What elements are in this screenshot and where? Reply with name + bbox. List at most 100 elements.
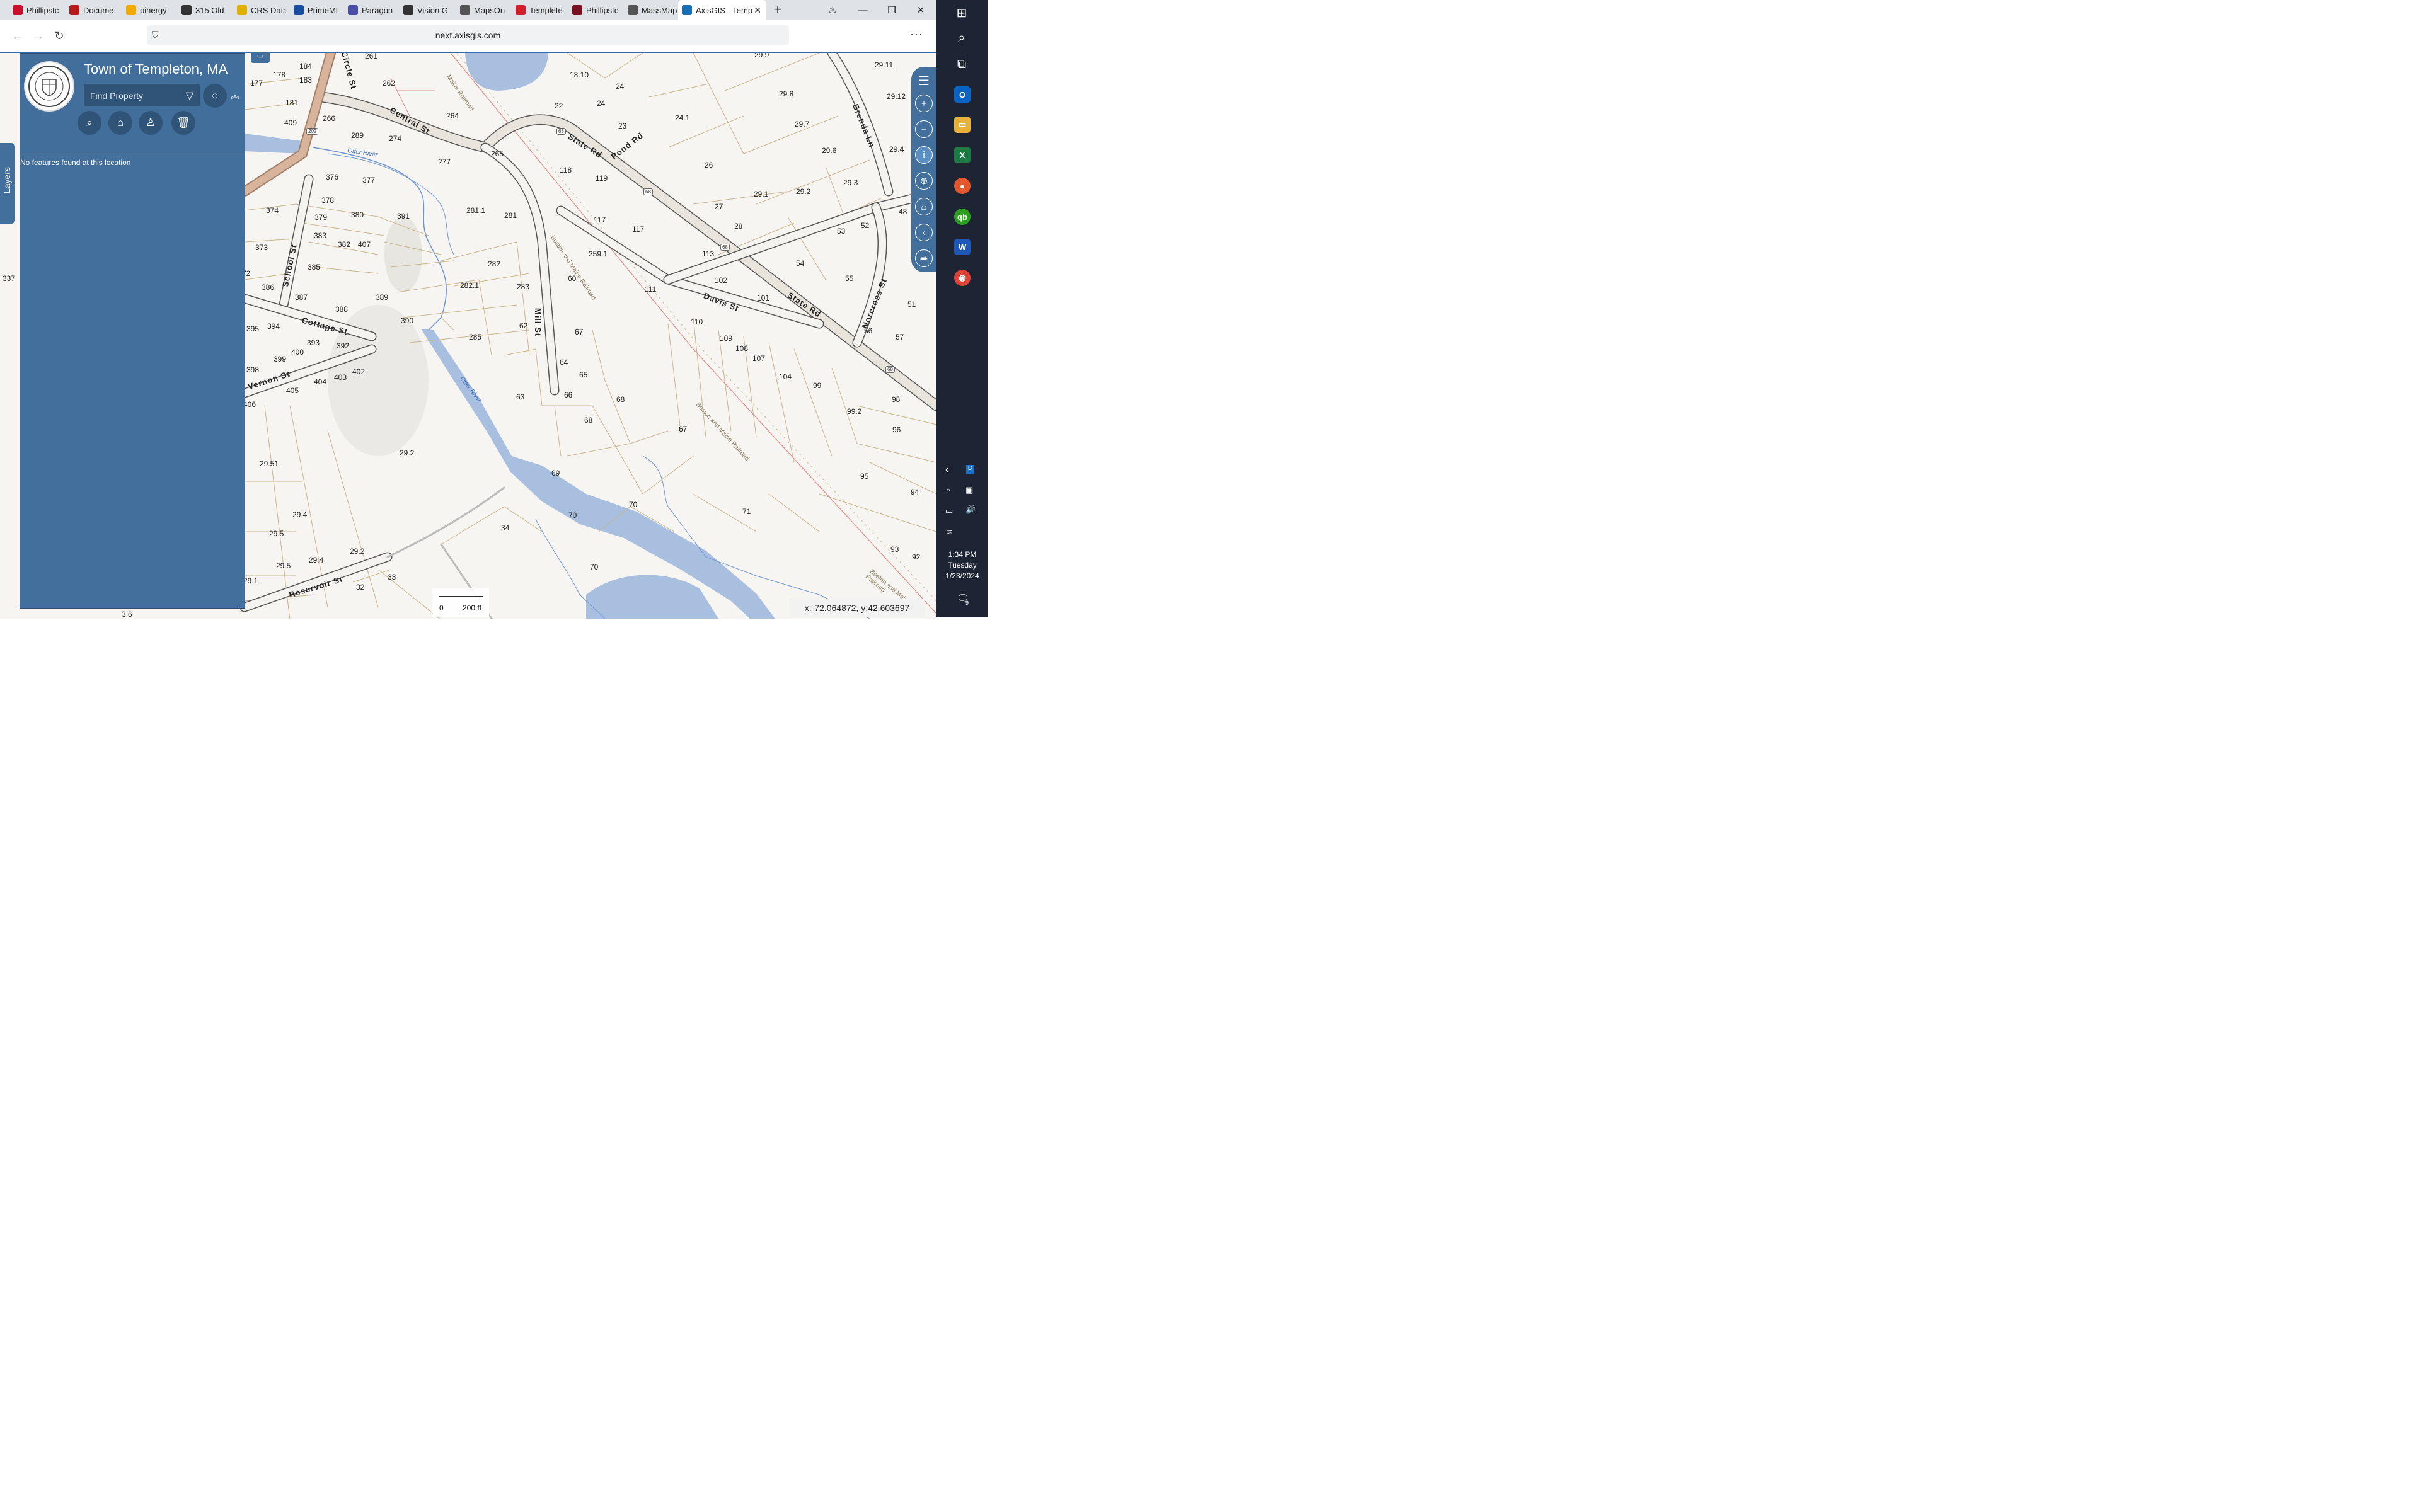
dell-app-icon[interactable]: D	[966, 465, 974, 474]
parcel-label[interactable]: 29.11	[875, 60, 893, 69]
parcel-label[interactable]: 29.5	[276, 561, 291, 570]
parcel-label[interactable]: 380	[351, 210, 364, 219]
parcel-label[interactable]: 178	[273, 71, 285, 79]
parcel-label[interactable]: 23	[618, 122, 626, 130]
parcel-label[interactable]: 104	[779, 372, 792, 381]
parcel-label[interactable]: 24	[616, 82, 624, 91]
parcel-label[interactable]: 92	[912, 553, 920, 561]
clear-results-button[interactable]: 🗑	[171, 111, 195, 135]
parcel-label[interactable]: 281.1	[466, 206, 485, 215]
filter-icon[interactable]: ▽	[186, 89, 193, 102]
zoom-out-icon[interactable]: −	[915, 120, 933, 138]
volume-icon[interactable]: 🔊	[965, 505, 976, 515]
parcel-label[interactable]: 71	[742, 507, 751, 516]
search-button[interactable]: ⌕	[78, 111, 101, 135]
parcel-label[interactable]: 374	[266, 206, 279, 215]
parcel-label[interactable]: 28	[734, 222, 742, 231]
parcel-label[interactable]: 95	[860, 472, 868, 481]
parcel-label[interactable]: 274	[389, 134, 401, 143]
parcel-label[interactable]: 68	[584, 416, 592, 425]
browser-tab[interactable]: Docume	[66, 0, 120, 20]
file-explorer-icon[interactable]: ▭	[954, 117, 971, 133]
parcel-label[interactable]: 388	[335, 305, 348, 314]
parcel-label[interactable]: 281	[504, 211, 517, 220]
excel-icon[interactable]: X	[954, 147, 971, 163]
parcel-label[interactable]: 376	[326, 173, 338, 181]
parcel-label[interactable]: 181	[285, 98, 298, 107]
browser-tab[interactable]: Phillipstc	[9, 0, 60, 20]
wifi-icon[interactable]: ≋	[946, 527, 953, 537]
parcel-label[interactable]: 282.1	[460, 281, 479, 290]
parcel-label[interactable]: 399	[274, 355, 286, 364]
parcel-label[interactable]: 29.7	[795, 120, 809, 129]
browser-tab[interactable]: AxisGIS - Temp ✕	[678, 0, 766, 20]
browser-tab[interactable]: 315 Old	[178, 0, 228, 20]
parcel-label[interactable]: 282	[488, 260, 500, 268]
parcel-label[interactable]: 383	[314, 231, 326, 240]
parcel-label[interactable]: 68	[616, 395, 625, 404]
parcel-label[interactable]: 406	[243, 400, 256, 409]
parcel-label[interactable]: 98	[892, 395, 900, 404]
close-window-button[interactable]: ✕	[906, 0, 935, 20]
parcel-label[interactable]: 29.3	[843, 178, 858, 187]
parcel-label[interactable]: 48	[899, 207, 907, 216]
task-view-icon[interactable]: ⧉	[948, 53, 975, 76]
parcel-label[interactable]: 34	[501, 524, 509, 532]
parcel-label[interactable]: 378	[321, 196, 334, 205]
parcel-label[interactable]: 398	[246, 365, 259, 374]
identify-info-icon[interactable]: i	[915, 146, 933, 164]
home-extent-icon[interactable]: ⌂	[915, 198, 933, 215]
parcel-label[interactable]: 62	[519, 321, 527, 330]
display-icon[interactable]: ▣	[965, 485, 973, 495]
parcel-label[interactable]: 409	[284, 118, 297, 127]
parcel-label[interactable]: 70	[629, 500, 637, 509]
parcel-label[interactable]: 29.2	[400, 449, 414, 457]
parcel-label[interactable]: 70	[568, 511, 577, 520]
browser-tab[interactable]: Vision G	[400, 0, 454, 20]
taskbar-clock[interactable]: 1:34 PM Tuesday 1/23/2024	[936, 549, 988, 581]
locate-me-icon[interactable]: ⊕	[915, 172, 933, 190]
parcel-label[interactable]: 264	[446, 112, 459, 120]
parcel-label[interactable]: 96	[892, 425, 901, 434]
parcel-label[interactable]: 29.9	[754, 53, 769, 59]
parcel-label[interactable]: 387	[295, 293, 308, 302]
parcel-label[interactable]: 265	[491, 149, 504, 158]
parcel-label[interactable]: 93	[890, 545, 899, 554]
forward-button[interactable]: →	[30, 28, 47, 44]
parcel-label[interactable]: 69	[551, 469, 560, 478]
parcel-label[interactable]: 403	[334, 373, 347, 382]
parcel-label[interactable]: 26	[705, 161, 713, 169]
parcel-label[interactable]: 377	[362, 176, 375, 185]
parcel-label[interactable]: 395	[246, 324, 259, 333]
battery-icon[interactable]: ▭	[945, 506, 953, 516]
browser-tab[interactable]: PrimeML	[290, 0, 342, 20]
parcel-label[interactable]: 285	[469, 333, 481, 341]
url-bar[interactable]: ⛉ next.axisgis.com	[147, 25, 789, 45]
edge-flame-icon[interactable]: ♨	[818, 0, 847, 20]
parcel-label[interactable]: 261	[365, 53, 377, 60]
parcel-label[interactable]: 29.8	[779, 89, 793, 98]
parcel-label[interactable]: 27	[715, 202, 723, 211]
parcel-label[interactable]: 119	[596, 174, 608, 183]
parcel-label[interactable]: 266	[323, 114, 335, 123]
lasso-select-button[interactable]: ◌	[203, 84, 227, 108]
parcel-label[interactable]: 109	[720, 334, 732, 343]
parcel-label[interactable]: 393	[307, 338, 320, 347]
close-tab-icon[interactable]: ✕	[754, 5, 761, 16]
windows-start-icon[interactable]: ⊞	[948, 1, 975, 24]
parcel-label[interactable]: 337	[3, 274, 15, 283]
parcel-label[interactable]: 110	[691, 318, 703, 326]
parcel-label[interactable]: 392	[337, 341, 349, 350]
parcel-label[interactable]: 29.2	[796, 187, 810, 196]
parcel-label[interactable]: 33	[388, 573, 396, 581]
parcel-label[interactable]: 111	[645, 285, 656, 294]
parcel-label[interactable]: 102	[715, 276, 727, 285]
owner-lookup-button[interactable]: ♙	[139, 111, 163, 135]
parcel-label[interactable]: 32	[356, 583, 364, 592]
parcel-label[interactable]: 177	[250, 79, 263, 88]
parcel-label[interactable]: 29.4	[309, 556, 323, 564]
parcel-label[interactable]: 404	[314, 377, 326, 386]
parcel-label[interactable]: 379	[314, 213, 327, 222]
parcel-label[interactable]: 53	[837, 227, 845, 236]
parcel-label[interactable]: 101	[757, 294, 769, 302]
